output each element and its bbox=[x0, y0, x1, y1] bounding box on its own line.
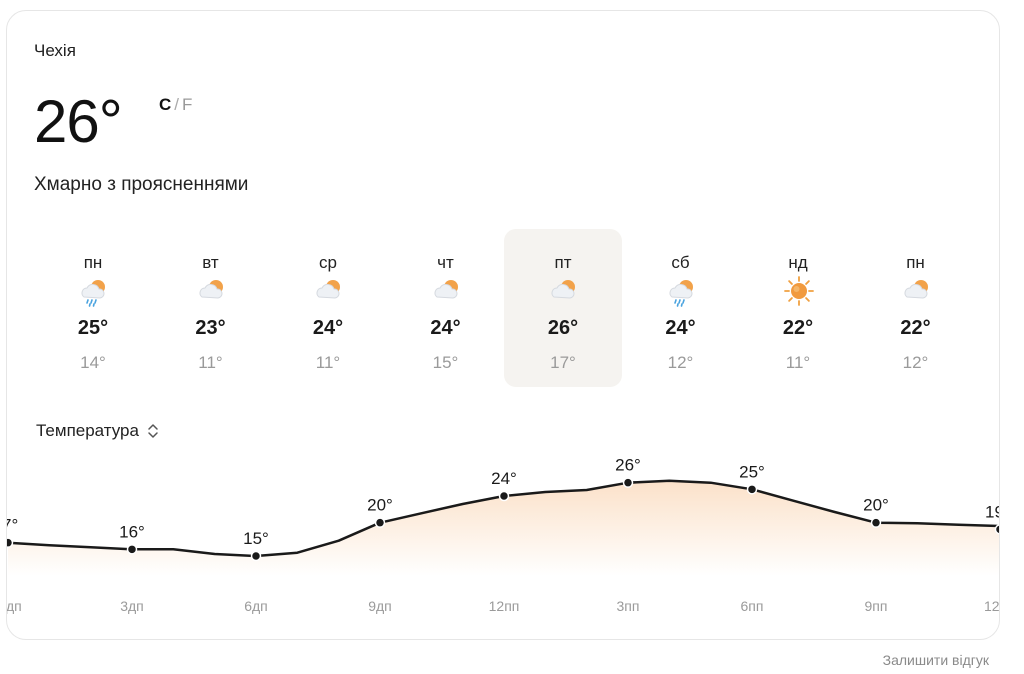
location-title: Чехія bbox=[34, 41, 76, 60]
partly-cloudy-icon bbox=[316, 280, 340, 299]
day-low-temp: 12° bbox=[902, 353, 929, 372]
partly-cloudy-icon bbox=[551, 280, 575, 299]
weather-card: Чехія 26° C / F Хмарно з проясненнями пн 2… bbox=[6, 10, 1000, 640]
day-column[interactable]: вт 23° 11° bbox=[152, 229, 270, 387]
day-name: сб bbox=[671, 253, 690, 272]
day-low-temp: 11° bbox=[315, 353, 341, 372]
temperature-label: 20° bbox=[367, 496, 393, 515]
time-tick-label: 6пп bbox=[741, 598, 764, 614]
chevron-up-down-icon bbox=[148, 424, 158, 438]
current-temperature: 26° bbox=[34, 88, 123, 155]
time-tick-label: 9пп bbox=[865, 598, 888, 614]
temperature-point bbox=[7, 537, 14, 548]
day-column[interactable]: пт 26° 17° bbox=[504, 229, 622, 387]
day-column[interactable]: пн 22° 12° bbox=[857, 229, 975, 387]
day-low-temp: 12° bbox=[667, 353, 694, 372]
time-tick-label: 6дп bbox=[244, 598, 268, 614]
day-name: пн bbox=[83, 253, 103, 272]
day-name: вт bbox=[202, 253, 219, 272]
temperature-point bbox=[250, 550, 262, 562]
temperature-label: 16° bbox=[119, 522, 145, 541]
metric-selector-label: Температура bbox=[36, 421, 139, 440]
metric-selector[interactable]: Температура bbox=[36, 421, 159, 441]
day-name: пт bbox=[554, 253, 572, 272]
partly-cloudy-icon bbox=[199, 280, 223, 299]
temperature-point bbox=[746, 484, 758, 495]
day-high-temp: 23° bbox=[195, 317, 226, 339]
temperature-point bbox=[870, 517, 882, 528]
day-low-temp: 17° bbox=[550, 353, 576, 372]
day-column[interactable]: пн 25° 14° bbox=[34, 229, 152, 387]
temperature-point bbox=[126, 544, 138, 555]
unit-toggle: C / F bbox=[159, 95, 192, 115]
fahrenheit-toggle[interactable]: F bbox=[182, 95, 192, 114]
day-high-temp: 26° bbox=[547, 317, 579, 339]
day-high-temp: 22° bbox=[900, 317, 931, 339]
time-tick-label: 12пп bbox=[489, 598, 520, 614]
temperature-label: 25° bbox=[739, 462, 765, 481]
day-column[interactable]: ср 24° 11° bbox=[269, 229, 387, 387]
temperature-label: 15° bbox=[243, 529, 269, 548]
day-name: ср bbox=[319, 253, 337, 272]
daily-forecast: пн 25° 14° вт 23° 11° ср 24° 11° чт 24° … bbox=[34, 229, 974, 387]
day-high-temp: 25° bbox=[77, 317, 109, 339]
partly-cloudy-icon bbox=[904, 280, 928, 299]
day-high-temp: 24° bbox=[312, 317, 344, 339]
day-column[interactable]: сб 24° 12° bbox=[622, 229, 740, 387]
sunny-icon bbox=[784, 276, 814, 306]
temperature-label: 19 bbox=[985, 502, 1000, 521]
temperature-chart: 7° дп 16° 3дп 15° 6дп 20° 9дп 24° 12пп 26° 3пп 25° 6п… bbox=[7, 456, 1000, 614]
day-high-temp: 24° bbox=[430, 317, 461, 339]
rain-cloud-sun-icon bbox=[81, 280, 105, 307]
temperature-point bbox=[994, 524, 999, 535]
day-name: чт bbox=[437, 253, 454, 272]
temperature-label: 7° bbox=[7, 516, 18, 535]
day-low-temp: 15° bbox=[432, 353, 459, 372]
day-low-temp: 11° bbox=[198, 353, 223, 372]
time-tick-label: дп bbox=[7, 598, 22, 614]
unit-separator: / bbox=[174, 95, 180, 114]
day-name: пн bbox=[906, 253, 925, 272]
celsius-toggle[interactable]: C bbox=[159, 95, 171, 114]
day-column[interactable]: нд 22° 11° bbox=[739, 229, 857, 387]
temperature-label: 26° bbox=[615, 456, 641, 475]
feedback-link[interactable]: Залишити відгук bbox=[883, 652, 989, 668]
time-tick-label: 3дп bbox=[120, 598, 144, 614]
temperature-label: 20° bbox=[863, 496, 889, 515]
day-high-temp: 22° bbox=[782, 317, 814, 339]
time-tick-label: 9дп bbox=[368, 598, 392, 614]
day-column[interactable]: чт 24° 15° bbox=[387, 229, 505, 387]
day-low-temp: 14° bbox=[80, 353, 106, 372]
current-condition: Хмарно з проясненнями bbox=[34, 174, 249, 195]
day-high-temp: 24° bbox=[665, 317, 696, 339]
temperature-point bbox=[498, 490, 510, 502]
time-tick-label: 3пп bbox=[617, 598, 640, 614]
temperature-label: 24° bbox=[491, 469, 517, 488]
partly-cloudy-icon bbox=[434, 280, 458, 299]
day-low-temp: 11° bbox=[785, 353, 811, 372]
day-name: нд bbox=[788, 253, 808, 272]
rain-cloud-sun-icon bbox=[669, 280, 693, 307]
time-tick-label: 12 bbox=[984, 598, 1000, 614]
temperature-point bbox=[374, 517, 386, 528]
temperature-point bbox=[622, 477, 634, 488]
